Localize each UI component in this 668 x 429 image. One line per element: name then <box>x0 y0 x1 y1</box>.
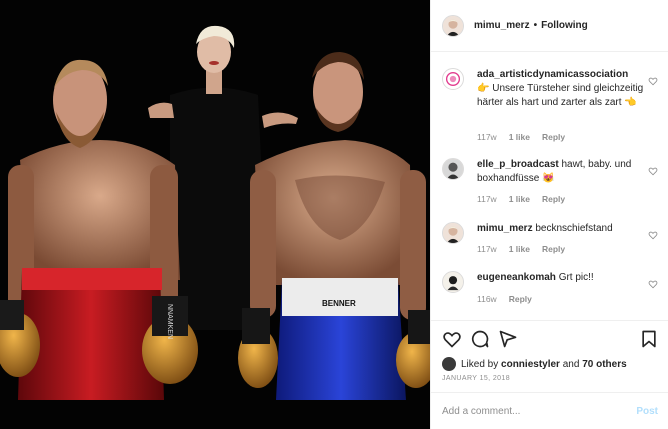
likes-prefix: Liked by <box>461 358 499 370</box>
comment-age: 117w <box>477 244 497 254</box>
photo-illustration: NNAMKEN BENNER <box>0 0 430 429</box>
like-comment-heart-icon[interactable] <box>648 279 658 289</box>
reply-button[interactable]: Reply <box>542 244 565 254</box>
comment-age: 116w <box>477 294 497 304</box>
comment-meta: 116w Reply <box>477 294 544 304</box>
svg-text:BENNER: BENNER <box>322 299 356 308</box>
comment-meta: 117w 1 like Reply <box>477 244 577 254</box>
svg-text:NNAMKEN: NNAMKEN <box>166 304 173 339</box>
comment-text: 👉 Unsere Türsteher sind gleichzeitig här… <box>477 83 644 108</box>
comments-list[interactable]: ada_artisticdynamicassociation 👉 Unsere … <box>431 52 668 320</box>
add-comment-bar: Add a comment... Post <box>431 392 668 429</box>
comment-likes[interactable]: 1 like <box>509 132 530 142</box>
author-username[interactable]: mimu_merz <box>474 20 530 31</box>
liker-avatar[interactable] <box>442 357 456 371</box>
author-avatar[interactable] <box>442 14 464 37</box>
comment-age: 117w <box>477 194 497 204</box>
post-photo[interactable]: NNAMKEN BENNER <box>0 0 430 429</box>
comment-likes[interactable]: 1 like <box>509 194 530 204</box>
mimu-avatar[interactable] <box>442 222 464 244</box>
comment-body: eugeneankomah Grt pic!! <box>477 271 645 285</box>
comment-username[interactable]: elle_p_broadcast <box>477 159 559 170</box>
likes-count[interactable]: 70 others <box>582 359 626 370</box>
post-comment-button[interactable]: Post <box>636 406 658 417</box>
liker-username[interactable]: conniestyler <box>501 359 560 370</box>
following-button[interactable]: Following <box>541 20 588 31</box>
like-comment-heart-icon[interactable] <box>648 230 658 240</box>
post-date: JANUARY 15, 2018 <box>442 375 511 382</box>
comment-text: Grt pic!! <box>558 272 594 283</box>
comment-username[interactable]: eugeneankomah <box>477 272 556 283</box>
comment-body: ada_artisticdynamicassociation 👉 Unsere … <box>477 68 645 110</box>
share-send-icon[interactable] <box>498 329 518 349</box>
post-actions: Liked by conniestyler and 70 others JANU… <box>431 320 668 392</box>
eugene-avatar[interactable] <box>442 271 464 293</box>
comment-body: mimu_merz becknschiefstand <box>477 222 645 236</box>
elle-avatar[interactable] <box>442 158 464 180</box>
comment-meta: 117w 1 like Reply <box>477 194 577 204</box>
comment-text: becknschiefstand <box>535 223 613 234</box>
like-comment-heart-icon[interactable] <box>648 166 658 176</box>
instagram-post-view: NNAMKEN BENNER mimu_merz • Following ada… <box>0 0 668 429</box>
likes-and: and <box>562 358 580 370</box>
like-comment-heart-icon[interactable] <box>648 76 658 86</box>
comment-age: 117w <box>477 132 497 142</box>
header-separator: • <box>533 20 538 31</box>
ada-logo-avatar[interactable] <box>442 68 464 90</box>
save-bookmark-icon[interactable] <box>639 329 659 349</box>
likes-summary: Liked by conniestyler and 70 others <box>442 357 627 371</box>
reply-button[interactable]: Reply <box>542 194 565 204</box>
reply-button[interactable]: Reply <box>542 132 565 142</box>
comment-bubble-icon[interactable] <box>470 329 490 349</box>
post-side-panel: mimu_merz • Following ada_artisticdynami… <box>430 0 668 429</box>
comment-meta: 117w 1 like Reply <box>477 132 577 142</box>
comment-username[interactable]: mimu_merz <box>477 223 533 234</box>
comment-body: elle_p_broadcast hawt, baby. und boxhand… <box>477 158 645 186</box>
comment-username[interactable]: ada_artisticdynamicassociation <box>477 69 628 80</box>
post-header: mimu_merz • Following <box>431 0 668 52</box>
comment-likes[interactable]: 1 like <box>509 244 530 254</box>
like-heart-icon[interactable] <box>442 329 462 349</box>
add-comment-input[interactable]: Add a comment... <box>442 406 520 417</box>
reply-button[interactable]: Reply <box>509 294 532 304</box>
